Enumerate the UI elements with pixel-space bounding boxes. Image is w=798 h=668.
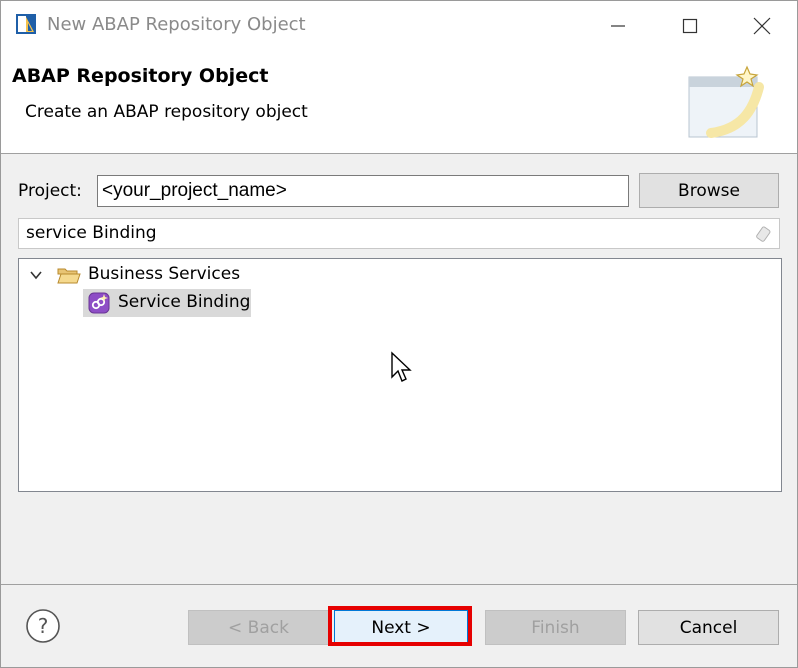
browse-button[interactable]: Browse [639,173,779,208]
svg-text:?: ? [38,614,49,638]
new-abap-repository-object-dialog: New ABAP Repository Object ABAP Reposito… [0,0,798,668]
finish-button[interactable]: Finish [485,610,626,645]
mouse-pointer-icon [391,351,412,382]
title-bar: New ABAP Repository Object [1,1,797,51]
maximize-button[interactable] [666,1,714,51]
project-label: Project: [18,181,82,201]
footer-divider [1,584,797,585]
tree-item-service-binding[interactable]: Service Binding [83,289,251,317]
back-button[interactable]: < Back [188,610,329,645]
chevron-down-icon[interactable] [29,268,43,282]
folder-open-icon [57,268,81,284]
project-input[interactable]: <your_project_name> [97,175,629,207]
filter-text: service Binding [26,223,157,243]
tree-item-label: Service Binding [118,292,251,312]
maximize-icon [682,18,698,34]
tree-folder-business-services[interactable]: Business Services [88,264,240,284]
new-wizard-banner-icon [688,65,764,138]
minimize-icon [611,25,625,27]
page-description: Create an ABAP repository object [25,102,308,122]
close-button[interactable] [738,1,786,51]
page-title: ABAP Repository Object [12,65,269,87]
close-icon [753,17,771,35]
eclipse-abap-icon [16,14,36,34]
next-button[interactable]: Next > [334,610,468,645]
service-binding-icon [88,292,110,314]
window-title: New ABAP Repository Object [47,14,306,35]
minimize-button[interactable] [594,1,642,51]
clear-filter-icon[interactable] [755,225,773,243]
wizard-header: ABAP Repository Object Create an ABAP re… [1,51,797,154]
filter-input[interactable]: service Binding [18,218,780,249]
cancel-button[interactable]: Cancel [638,610,779,645]
help-icon[interactable]: ? [25,608,61,644]
